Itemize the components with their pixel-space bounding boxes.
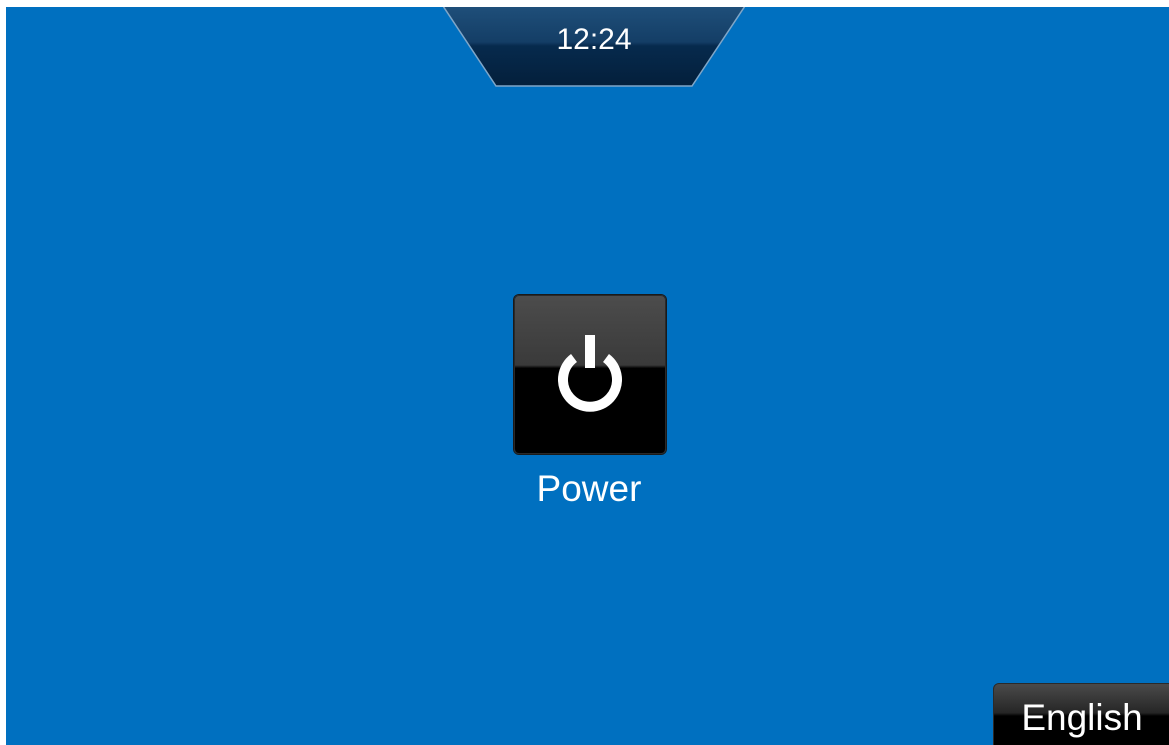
power-icon [558,335,622,412]
language-button-label: English [1021,697,1143,738]
power-button[interactable] [514,295,666,454]
clock-time: 12:24 [556,23,632,56]
language-button[interactable]: English [993,683,1169,745]
clock-tab: 12:24 [443,7,745,88]
touch-panel-screen: 12:24 Power English [6,7,1169,745]
power-label: Power [536,468,642,509]
